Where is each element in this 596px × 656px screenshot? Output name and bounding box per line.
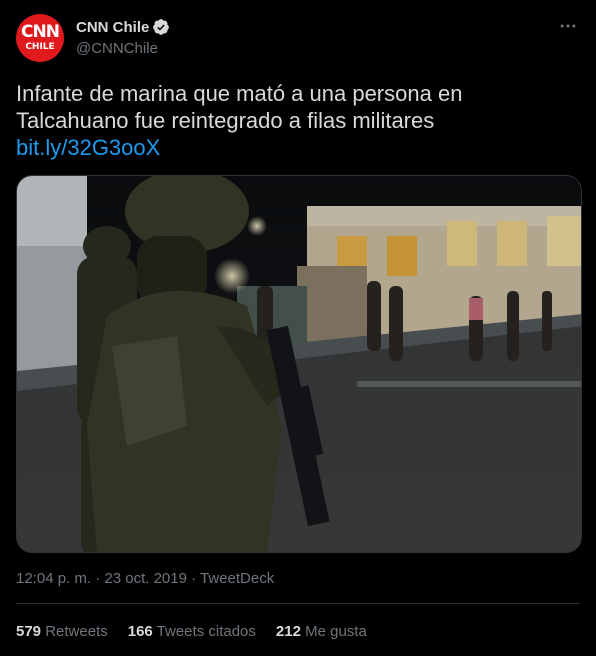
- likes-label: Me gusta: [305, 623, 367, 640]
- tweet-text-line-2: Talcahuano fue reintegrado a filas milit…: [16, 108, 435, 133]
- display-name[interactable]: CNN Chile: [76, 19, 149, 36]
- account-handle[interactable]: @CNNChile: [76, 40, 158, 57]
- tweet-text-line-1: Infante de marina que mató a una persona…: [16, 81, 463, 106]
- retweets-stat[interactable]: 579 Retweets: [16, 623, 108, 640]
- tweet-source-app[interactable]: TweetDeck: [200, 570, 274, 587]
- likes-stat[interactable]: 212 Me gusta: [276, 623, 367, 640]
- divider: [16, 603, 580, 604]
- tweet-text: Infante de marina que mató a una persona…: [16, 80, 580, 161]
- likes-count: 212: [275, 623, 301, 640]
- avatar-logo-text: CNN: [21, 22, 60, 42]
- tweet-header: CNN CHILE CNN Chile @CNNChile: [16, 14, 580, 64]
- tweet-card: CNN CHILE CNN Chile @CNNChile Infante de…: [0, 0, 596, 656]
- tweet-date[interactable]: 23 oct. 2019: [104, 570, 187, 587]
- verified-badge-icon: [153, 19, 170, 35]
- retweets-count: 579: [16, 623, 42, 640]
- meta-separator: ·: [91, 570, 105, 587]
- avatar[interactable]: CNN CHILE: [16, 14, 64, 62]
- quotes-label: Tweets citados: [156, 623, 256, 640]
- tweet-photo[interactable]: [16, 175, 582, 553]
- meta-separator: ·: [186, 570, 201, 587]
- more-options-icon[interactable]: [556, 16, 580, 36]
- name-row: CNN Chile: [76, 17, 170, 37]
- retweets-label: Retweets: [45, 623, 108, 640]
- tweet-link[interactable]: bit.ly/32G3ooX: [16, 134, 580, 161]
- quotes-stat[interactable]: 166 Tweets citados: [128, 623, 256, 640]
- tweet-stats: 579 Retweets 166 Tweets citados 212 Me g…: [16, 623, 387, 640]
- tweet-timestamp: 12:04 p. m. · 23 oct. 2019 · TweetDeck: [16, 570, 274, 587]
- quotes-count: 166: [127, 623, 153, 640]
- avatar-logo-subtext: CHILE: [25, 42, 55, 52]
- tweet-time[interactable]: 12:04 p. m.: [16, 570, 91, 587]
- photo-soldiers-at-night: [17, 176, 581, 552]
